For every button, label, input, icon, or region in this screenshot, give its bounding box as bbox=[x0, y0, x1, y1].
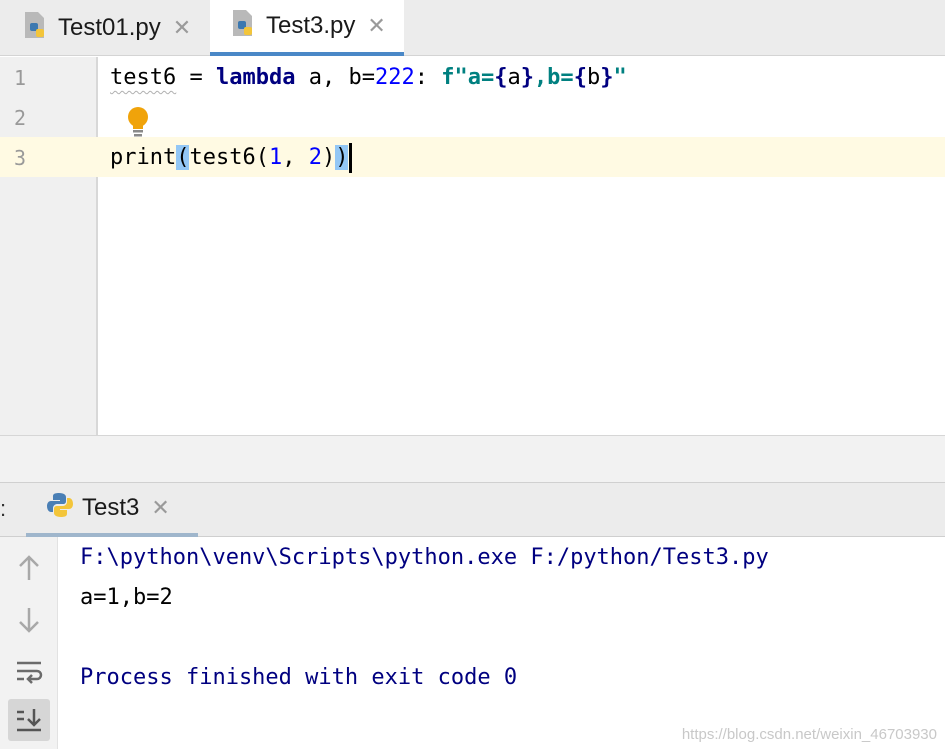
tab-label: Test01.py bbox=[58, 14, 161, 41]
run-window-title: : bbox=[0, 496, 7, 521]
close-icon[interactable]: ✕ bbox=[367, 13, 385, 39]
matched-paren: ( bbox=[176, 145, 190, 170]
tab-test01-py[interactable]: Test01.py ✕ bbox=[22, 0, 191, 56]
close-icon[interactable]: ✕ bbox=[151, 495, 169, 521]
console-line: a=1,b=2 bbox=[80, 585, 173, 610]
keyword: lambda bbox=[215, 65, 296, 90]
line-number: 2 bbox=[14, 106, 27, 130]
lightbulb-icon[interactable] bbox=[127, 106, 149, 138]
editor-tab-bar: Test01.py ✕ Test3.py ✕ bbox=[0, 0, 945, 56]
tab-label: Test3.py bbox=[266, 12, 356, 39]
number-literal: 222 bbox=[374, 65, 415, 90]
fstring: f"a= bbox=[441, 65, 495, 90]
tab-test3-py[interactable]: Test3.py ✕ bbox=[210, 0, 404, 56]
arrow-up-icon[interactable] bbox=[8, 547, 50, 589]
python-file-icon bbox=[22, 10, 50, 47]
arrow-down-icon[interactable] bbox=[8, 599, 50, 641]
editor-bottom-strip bbox=[0, 435, 945, 483]
function-name: print bbox=[110, 145, 177, 170]
code-line-3[interactable]: print(test6(1, 2)) bbox=[110, 138, 353, 178]
watermark: https://blog.csdn.net/weixin_46703930 bbox=[681, 726, 937, 743]
number-literal: 1 bbox=[268, 145, 283, 170]
console-line: Process finished with exit code 0 bbox=[80, 665, 518, 690]
console-line: F:\python\venv\Scripts\python.exe F:/pyt… bbox=[80, 545, 769, 570]
identifier: test6 bbox=[110, 65, 177, 90]
run-toolbar bbox=[0, 537, 58, 749]
scroll-to-end-icon[interactable] bbox=[8, 699, 50, 741]
line-number: 3 bbox=[14, 146, 27, 170]
number-literal: 2 bbox=[308, 145, 322, 170]
line-number: 1 bbox=[14, 66, 27, 90]
text-caret bbox=[349, 143, 353, 173]
soft-wrap-icon[interactable] bbox=[8, 651, 50, 693]
python-icon bbox=[46, 491, 74, 526]
python-file-icon bbox=[230, 8, 258, 45]
matched-paren: ) bbox=[335, 145, 349, 170]
close-icon[interactable]: ✕ bbox=[173, 15, 191, 41]
code-line-1[interactable]: test6 = lambda a, b=222: f"a={a},b={b}" bbox=[110, 58, 627, 98]
run-tab-test3[interactable]: Test3 ✕ bbox=[26, 483, 198, 537]
code-editor[interactable] bbox=[100, 57, 945, 435]
run-tab-label: Test3 bbox=[82, 494, 140, 521]
